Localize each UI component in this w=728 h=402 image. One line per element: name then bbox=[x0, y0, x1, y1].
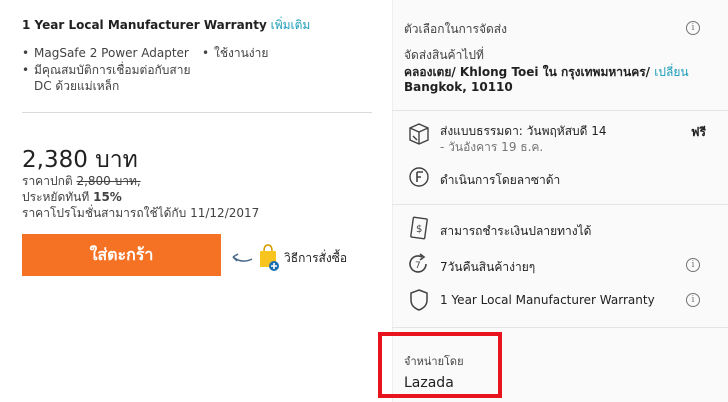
feature-item: • ใช้งานง่าย bbox=[202, 46, 269, 60]
add-to-cart-button[interactable]: ใส่ตะกร้า bbox=[22, 234, 221, 276]
feature-item: • มีคุณสมบัติการเชื่อมต่อกับสาย DC ด้วยแม… bbox=[22, 63, 191, 93]
cod-icon: $ bbox=[410, 216, 428, 240]
delivery-options-title: ตัวเลือกในการจัดส่ง bbox=[404, 22, 507, 36]
how-to-buy-label: วิธีการสั่งซื้อ bbox=[284, 250, 348, 265]
return-icon: 7 bbox=[409, 253, 427, 273]
divider bbox=[392, 110, 728, 111]
warranty-summary: 1 Year Local Manufacturer Warranty เพิ่ม… bbox=[22, 16, 310, 35]
warranty-title: 1 Year Local Manufacturer Warranty bbox=[22, 18, 267, 32]
divider bbox=[392, 204, 728, 205]
feature-item: • MagSafe 2 Power Adapter bbox=[22, 46, 189, 60]
promo-note: ราคาโปรโมชั่นสามารถใช้ได้กับ 11/12/2017 bbox=[22, 206, 260, 220]
info-icon[interactable]: i bbox=[686, 293, 700, 307]
address-line2: Bangkok, 10110 bbox=[404, 80, 513, 94]
divider bbox=[392, 327, 728, 328]
standard-delivery: ส่งแบบธรรมดา: วันพฤหัสบดี 14 - วันอังคาร… bbox=[440, 124, 607, 154]
divider bbox=[22, 112, 372, 113]
fulfilled-by-lazada: ดำเนินการโดยลาซาด้า bbox=[440, 173, 561, 187]
svg-text:7: 7 bbox=[415, 261, 421, 271]
shield-icon bbox=[410, 289, 428, 311]
delivery-fee: ฟรี bbox=[691, 125, 706, 139]
svg-text:$: $ bbox=[416, 224, 422, 235]
easy-return: 7วันคืนสินค้าง่ายๆ bbox=[440, 260, 536, 274]
lazada-f-icon bbox=[409, 167, 429, 187]
arrow-icon bbox=[232, 253, 253, 262]
info-icon[interactable]: i bbox=[686, 21, 700, 35]
shopping-bag-icon bbox=[260, 244, 279, 271]
more-link[interactable]: เพิ่มเติม bbox=[271, 18, 311, 32]
cash-on-delivery: สามารถชำระเงินปลายทางได้ bbox=[440, 224, 592, 238]
change-address-link[interactable]: เปลี่ยน bbox=[654, 65, 688, 79]
product-info-panel: 1 Year Local Manufacturer Warranty เพิ่ม… bbox=[0, 0, 392, 402]
sold-by-label: จำหน่ายโดย bbox=[404, 355, 464, 368]
truck-icon bbox=[409, 123, 429, 145]
seller-name[interactable]: Lazada bbox=[404, 375, 454, 391]
info-icon[interactable]: i bbox=[686, 258, 700, 272]
how-to-buy-link[interactable]: วิธีการสั่งซื้อ bbox=[230, 244, 347, 272]
warranty-info: 1 Year Local Manufacturer Warranty bbox=[440, 293, 655, 307]
